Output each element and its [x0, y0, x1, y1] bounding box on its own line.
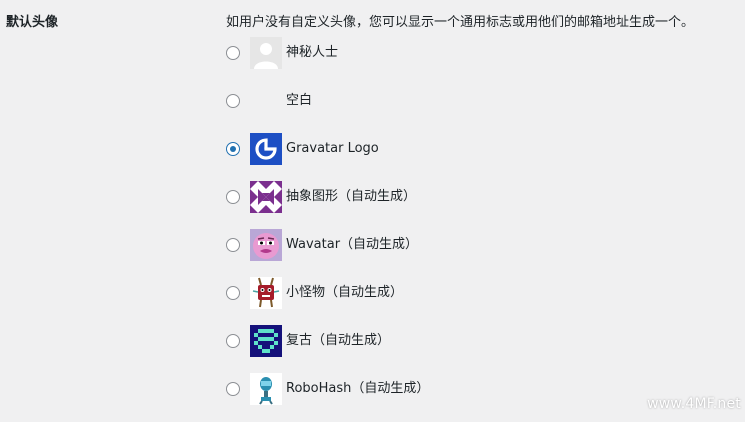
avatar-option-mystery[interactable]: 神秘人士	[226, 37, 338, 69]
option-label: 神秘人士	[286, 45, 339, 60]
retro-icon	[250, 325, 282, 357]
avatar-option-robohash[interactable]: RoboHash（自动生成）	[226, 373, 429, 405]
gravatar-logo-icon	[250, 133, 282, 165]
radio-retro[interactable]	[226, 334, 240, 348]
radio-monsterid[interactable]	[226, 286, 240, 300]
radio-wavatar[interactable]	[226, 238, 240, 252]
watermark: www.4MF.net	[647, 396, 741, 412]
avatar-option-gravatar[interactable]: Gravatar Logo	[226, 133, 379, 165]
option-label: 小怪物（自动生成）	[286, 285, 404, 300]
option-label: 复古（自动生成）	[286, 333, 391, 348]
identicon-icon	[250, 181, 282, 213]
option-label: 空白	[286, 93, 313, 108]
blank-icon	[250, 85, 282, 117]
radio-mystery[interactable]	[226, 46, 240, 60]
mystery-person-icon	[250, 37, 282, 69]
avatar-option-monsterid[interactable]: 小怪物（自动生成）	[226, 277, 403, 309]
avatar-option-retro[interactable]: 复古（自动生成）	[226, 325, 390, 357]
section-description: 如用户没有自定义头像，您可以显示一个通用标志或用他们的邮箱地址生成一个。	[226, 15, 695, 30]
monsterid-icon	[250, 277, 282, 309]
robohash-icon	[250, 373, 282, 405]
radio-robohash[interactable]	[226, 382, 240, 396]
section-label: 默认头像	[6, 15, 59, 30]
option-label: 抽象图形（自动生成）	[286, 189, 417, 204]
avatar-option-wavatar[interactable]: Wavatar（自动生成）	[226, 229, 418, 261]
option-label: RoboHash（自动生成）	[286, 381, 430, 396]
avatar-option-blank[interactable]: 空白	[226, 85, 312, 117]
radio-blank[interactable]	[226, 94, 240, 108]
option-label: Wavatar（自动生成）	[286, 237, 419, 252]
avatar-option-identicon[interactable]: 抽象图形（自动生成）	[226, 181, 416, 213]
wavatar-icon	[250, 229, 282, 261]
radio-gravatar[interactable]	[226, 142, 240, 156]
radio-identicon[interactable]	[226, 190, 240, 204]
option-label: Gravatar Logo	[286, 141, 379, 156]
